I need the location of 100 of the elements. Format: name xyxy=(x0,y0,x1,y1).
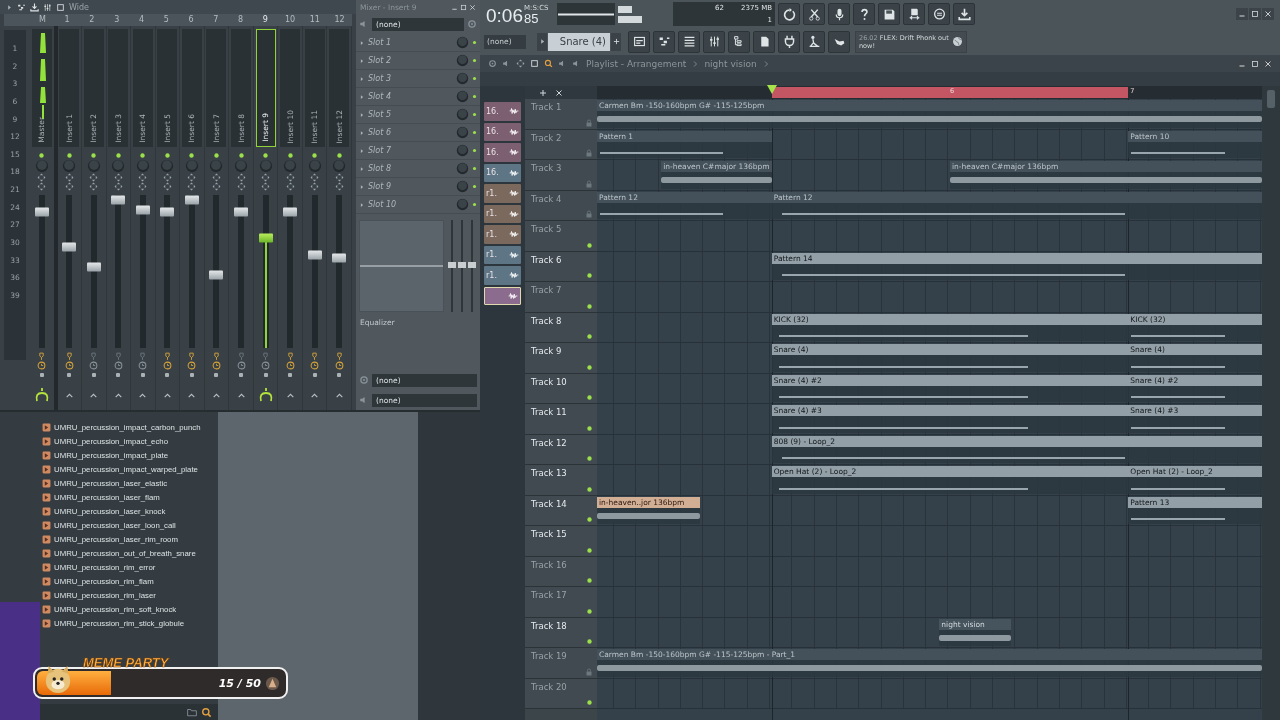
fader-thumb[interactable] xyxy=(258,233,273,243)
save-button[interactable] xyxy=(878,3,900,25)
track-header[interactable]: Track 12 xyxy=(525,434,597,465)
track-header[interactable]: Track 11 xyxy=(525,404,597,435)
pattern-picker-item[interactable]: r1. xyxy=(484,245,521,264)
track-name: Track 12 xyxy=(531,437,568,448)
pattern-picker-item[interactable]: r1. xyxy=(484,184,521,203)
document-button[interactable] xyxy=(753,30,775,53)
pattern-picker-item[interactable]: r1. xyxy=(484,266,521,285)
pattern-picker-item[interactable]: 16. xyxy=(484,143,521,162)
status-light xyxy=(39,373,44,377)
download-button[interactable] xyxy=(953,3,975,25)
eq-sliders-drawing[interactable] xyxy=(447,220,477,312)
mixer-button[interactable] xyxy=(703,30,725,53)
pattern-selector[interactable]: Snare (4) xyxy=(548,32,610,51)
fader-thumb[interactable] xyxy=(135,205,150,215)
status-dot-icon xyxy=(286,152,294,159)
track-header[interactable]: Track 18 xyxy=(525,617,597,648)
effect-slot[interactable]: Slot 8 xyxy=(368,164,453,173)
refresh-button[interactable] xyxy=(778,3,800,25)
mix-knob-icon xyxy=(456,144,469,157)
fader-thumb[interactable] xyxy=(283,207,298,217)
fader-thumb[interactable] xyxy=(307,250,322,260)
slot-dot-icon xyxy=(472,94,477,99)
fader-thumb[interactable] xyxy=(62,242,77,252)
stereo-icon xyxy=(236,182,246,191)
stereo-icon xyxy=(334,182,344,191)
arrow-right-icon xyxy=(359,201,365,208)
effect-slot[interactable]: Slot 5 xyxy=(368,110,453,119)
slot-dot-icon xyxy=(472,58,477,63)
channel-rack-button[interactable] xyxy=(678,30,700,53)
track-header[interactable]: Track 15 xyxy=(525,526,597,557)
effect-slot[interactable]: Slot 3 xyxy=(368,74,453,83)
fader-thumb[interactable] xyxy=(209,270,224,280)
track-header[interactable]: Track 20 xyxy=(525,678,597,709)
fader-thumb[interactable] xyxy=(234,207,248,217)
time-display[interactable]: 0:06 xyxy=(486,6,523,26)
play-icon xyxy=(538,38,546,45)
track-name: Track 19 xyxy=(531,651,568,661)
fader-thumb[interactable] xyxy=(160,207,175,217)
track-header[interactable]: Track 1 xyxy=(525,99,597,130)
track-header[interactable]: Track 8 xyxy=(525,312,597,343)
microphone-button[interactable] xyxy=(828,3,850,25)
figure-button[interactable] xyxy=(803,30,825,53)
chat-button[interactable] xyxy=(928,3,950,25)
minimize-button[interactable] xyxy=(1236,8,1248,20)
pattern-picker-item[interactable] xyxy=(484,286,521,305)
status-light xyxy=(165,373,170,377)
pattern-picker-item[interactable]: r1. xyxy=(484,225,521,244)
restore-button[interactable] xyxy=(1249,8,1261,20)
breadcrumb-item[interactable]: night vision xyxy=(704,58,757,69)
track-header[interactable]: Track 19 xyxy=(525,648,597,679)
help-button[interactable] xyxy=(853,3,875,25)
track-header[interactable]: Track 17 xyxy=(525,587,597,618)
effect-slot[interactable]: Slot 6 xyxy=(368,128,453,137)
effect-slot[interactable]: Slot 1 xyxy=(368,38,453,47)
figure-icon xyxy=(807,35,821,48)
browser-button[interactable] xyxy=(728,30,750,53)
effect-slot[interactable]: Slot 10 xyxy=(368,200,453,209)
status-light xyxy=(189,373,194,377)
pattern-picker-item[interactable]: 16. xyxy=(484,163,521,182)
effect-slot[interactable]: Slot 2 xyxy=(368,56,453,65)
pattern-arrow-button[interactable] xyxy=(537,32,547,51)
piano-roll-button[interactable] xyxy=(653,30,675,53)
playlist-button[interactable] xyxy=(628,30,650,53)
track-header[interactable]: Track 4 xyxy=(525,190,597,221)
pattern-picker-item[interactable]: 16. xyxy=(484,122,521,141)
add-pattern-button[interactable] xyxy=(611,32,621,51)
scrollbar-thumb[interactable] xyxy=(1267,90,1275,108)
track-header[interactable]: Track 9 xyxy=(525,343,597,374)
fader-thumb[interactable] xyxy=(332,253,347,263)
track-header[interactable]: Track 7 xyxy=(525,282,597,313)
save-as-button[interactable] xyxy=(903,3,925,25)
pattern-picker-item[interactable]: 16. xyxy=(484,102,521,121)
channel-number: 12 xyxy=(333,14,346,26)
track-header[interactable]: Track 2 xyxy=(525,129,597,160)
track-header[interactable]: Track 6 xyxy=(525,251,597,282)
track-header[interactable]: Track 5 xyxy=(525,221,597,252)
effect-slot[interactable]: Slot 9 xyxy=(368,182,453,191)
scissors-button[interactable] xyxy=(803,3,825,25)
fader-thumb[interactable] xyxy=(111,195,126,205)
fader-thumb[interactable] xyxy=(184,195,199,205)
effect-slot[interactable]: Slot 7 xyxy=(368,146,453,155)
stereo-icon xyxy=(138,182,148,191)
goal-title: MEME PARTY xyxy=(83,655,169,670)
plug-button[interactable] xyxy=(778,30,800,53)
chat-icon xyxy=(932,7,946,21)
track-header[interactable]: Track 13 xyxy=(525,465,597,496)
track-header[interactable]: Track 10 xyxy=(525,373,597,404)
plus-icon xyxy=(612,38,620,45)
fader-thumb[interactable] xyxy=(34,207,49,217)
effect-slot[interactable]: Slot 4 xyxy=(368,92,453,101)
close-button[interactable] xyxy=(1262,8,1274,20)
track-header[interactable]: Track 3 xyxy=(525,160,597,191)
stereo-icon xyxy=(310,182,320,191)
track-header[interactable]: Track 16 xyxy=(525,556,597,587)
pattern-picker-item[interactable]: r1. xyxy=(484,204,521,223)
breadcrumb-item[interactable]: Playlist - Arrangement xyxy=(586,58,687,69)
track-header[interactable]: Track 14 xyxy=(525,495,597,526)
fader-thumb[interactable] xyxy=(86,262,101,272)
